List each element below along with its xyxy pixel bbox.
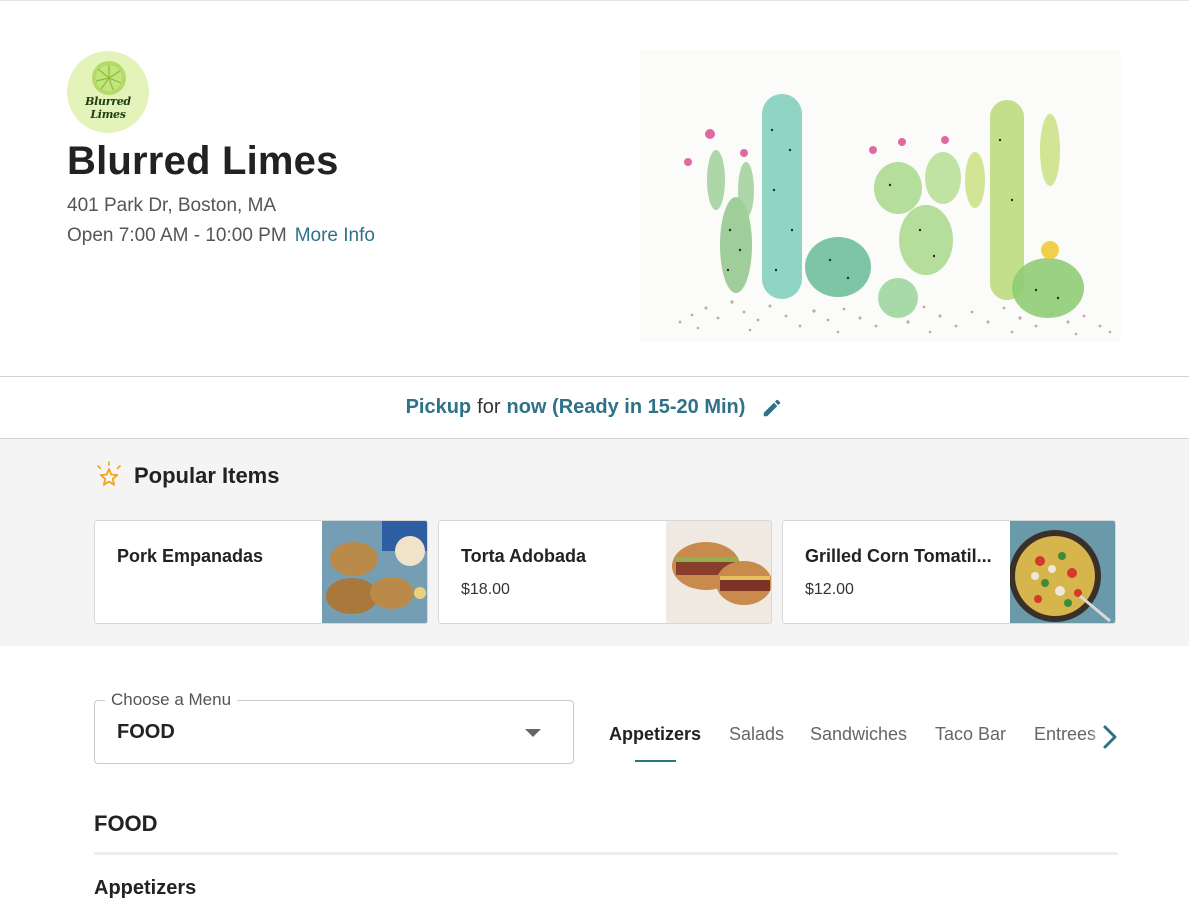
chevron-down-icon — [525, 729, 541, 737]
tab-taco-bar[interactable]: Taco Bar — [935, 724, 1006, 745]
popular-item-price: $12.00 — [805, 581, 854, 598]
menu-category-title: Appetizers — [94, 877, 197, 899]
hero-cactus-image — [640, 50, 1121, 342]
popular-items-header: Popular Items — [94, 461, 279, 491]
popular-item-name: Pork Empanadas — [117, 546, 264, 566]
menu-select-label: Choose a Menu — [105, 690, 238, 710]
logo-wordmark: Blurred Limes — [85, 95, 131, 121]
pickup-time-link[interactable]: now (Ready in 15-20 Min) — [506, 396, 745, 419]
star-icon — [97, 461, 121, 486]
menu-select-value: FOOD — [117, 721, 175, 743]
pencil-icon[interactable] — [761, 397, 783, 419]
section-divider — [94, 852, 1118, 855]
popular-item-name: Torta Adobada — [461, 546, 586, 566]
popular-item-price: $18.00 — [461, 581, 510, 598]
chevron-right-icon[interactable] — [1100, 724, 1120, 750]
popular-item-card[interactable]: Pork Empanadas — [94, 520, 428, 624]
more-info-link[interactable]: More Info — [295, 225, 375, 246]
empanadas-photo — [322, 521, 427, 623]
restaurant-logo: Blurred Limes — [67, 51, 149, 133]
restaurant-hours-row: Open 7:00 AM - 10:00 PM More Info — [67, 225, 375, 247]
torta-photo — [666, 521, 771, 623]
menu-select[interactable]: Choose a Menu FOOD — [94, 690, 574, 764]
tab-appetizers[interactable]: Appetizers — [609, 724, 701, 745]
popular-item-card[interactable]: Grilled Corn Tomatil... $12.00 — [782, 520, 1116, 624]
menu-section-title: FOOD — [94, 811, 158, 836]
corn-salad-photo — [1010, 521, 1115, 623]
pickup-mode-link[interactable]: Pickup — [406, 396, 472, 419]
restaurant-name: Blurred Limes — [67, 139, 339, 183]
pickup-bar: Pickup for now (Ready in 15-20 Min) — [0, 376, 1189, 439]
tab-entrees[interactable]: Entrees — [1034, 724, 1096, 745]
popular-item-card[interactable]: Torta Adobada $18.00 — [438, 520, 772, 624]
tab-sandwiches[interactable]: Sandwiches — [810, 724, 907, 745]
active-tab-indicator — [635, 760, 676, 762]
restaurant-hours: Open 7:00 AM - 10:00 PM — [67, 225, 287, 246]
popular-items-section: Popular Items Pork Empanadas Torta Adoba… — [0, 439, 1189, 646]
pickup-connector: for — [477, 396, 501, 418]
category-tabs: Appetizers Salads Sandwiches Taco Bar En… — [609, 724, 1109, 764]
tab-salads[interactable]: Salads — [729, 724, 784, 745]
popular-items-title: Popular Items — [134, 463, 280, 488]
restaurant-address: 401 Park Dr, Boston, MA — [67, 195, 277, 216]
popular-item-name: Grilled Corn Tomatil... — [805, 546, 992, 566]
restaurant-header: Blurred Limes Blurred Limes 401 Park Dr,… — [0, 0, 1189, 377]
pickup-summary: Pickup for now (Ready in 15-20 Min) — [0, 377, 1189, 438]
